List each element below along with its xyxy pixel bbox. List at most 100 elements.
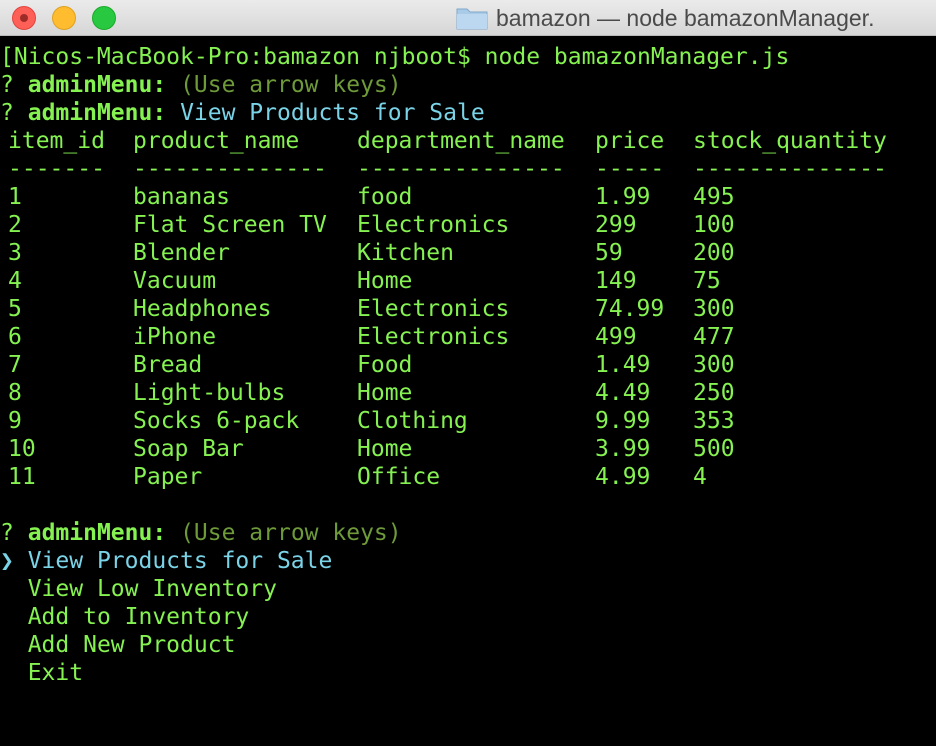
header-item-id: item_id: [8, 128, 105, 154]
separator: -----: [595, 156, 665, 182]
cell-item-id: 7: [8, 352, 22, 378]
table-row: 11 Paper Office 4.99 4: [0, 463, 936, 491]
cell-department-name: Food: [357, 352, 413, 378]
cell-price: 4.99: [595, 464, 651, 490]
command-line: [Nicos-MacBook-Pro:bamazon njboot$ node …: [0, 43, 936, 71]
cell-price: 299: [595, 212, 637, 238]
cell-product-name: Blender: [133, 240, 230, 266]
terminal-output[interactable]: [Nicos-MacBook-Pro:bamazon njboot$ node …: [0, 36, 936, 746]
table-separator-row: ------- -------------- --------------- -…: [0, 155, 936, 183]
cell-stock-quantity: 477: [693, 324, 735, 350]
minimize-button[interactable]: [52, 6, 76, 30]
window-title: bamazon — node bamazonManager.: [496, 5, 875, 31]
pointer-spacer: [0, 660, 14, 686]
terminal-window: bamazon — node bamazonManager. [Nicos-Ma…: [0, 0, 936, 746]
admin-menu-options: ❯ View Products for Sale View Low Invent…: [0, 547, 936, 687]
table-row: 7 Bread Food 1.49 300: [0, 351, 936, 379]
menu-option[interactable]: Add New Product: [0, 631, 936, 659]
menu-name: adminMenu:: [27, 72, 167, 98]
cell-item-id: 11: [8, 464, 36, 490]
menu-option[interactable]: Add to Inventory: [0, 603, 936, 631]
table-body: 1 bananas food 1.99 495 2 Flat Screen TV Electr…: [0, 183, 936, 491]
table-header-row: item_id product_name department_name pri…: [0, 127, 936, 155]
prompt-line-answered: ? adminMenu: View Products for Sale: [0, 99, 936, 127]
separator: --------------: [133, 156, 327, 182]
table-row: 1 bananas food 1.99 495: [0, 183, 936, 211]
cell-item-id: 2: [8, 212, 22, 238]
header-price: price: [595, 128, 665, 154]
separator: -------: [8, 156, 105, 182]
cell-stock-quantity: 500: [693, 436, 735, 462]
answered-value: View Products for Sale: [180, 100, 485, 126]
cell-item-id: 8: [8, 380, 22, 406]
menu-option[interactable]: View Low Inventory: [0, 575, 936, 603]
cell-price: 59: [595, 240, 623, 266]
table-row: 9 Socks 6-pack Clothing 9.99 353: [0, 407, 936, 435]
cell-department-name: Electronics: [357, 296, 510, 322]
maximize-button[interactable]: [92, 6, 116, 30]
header-department-name: department_name: [357, 128, 565, 154]
prompt-marker: ?: [0, 520, 14, 546]
prompt-line-1: ? adminMenu: (Use arrow keys): [0, 71, 936, 99]
cell-price: 499: [595, 324, 637, 350]
cell-department-name: food: [357, 184, 413, 210]
hint-text: (Use arrow keys): [180, 520, 402, 546]
title-bar[interactable]: bamazon — node bamazonManager.: [0, 0, 936, 36]
cell-stock-quantity: 100: [693, 212, 735, 238]
close-button[interactable]: [12, 6, 36, 30]
selection-pointer-icon: ❯: [0, 548, 14, 574]
prompt-line-active: ? adminMenu: (Use arrow keys): [0, 519, 936, 547]
menu-option[interactable]: ❯ View Products for Sale: [0, 547, 936, 575]
cell-department-name: Electronics: [357, 212, 510, 238]
cell-item-id: 1: [8, 184, 22, 210]
cell-product-name: Bread: [133, 352, 203, 378]
table-row: 2 Flat Screen TV Electronics 299 100: [0, 211, 936, 239]
menu-name: adminMenu:: [27, 100, 167, 126]
hint-text: (Use arrow keys): [180, 72, 402, 98]
menu-option[interactable]: Exit: [0, 659, 936, 687]
cell-product-name: iPhone: [133, 324, 217, 350]
table-row: 10 Soap Bar Home 3.99 500: [0, 435, 936, 463]
cell-price: 1.99: [595, 184, 651, 210]
pointer-spacer: [0, 604, 14, 630]
cell-price: 149: [595, 268, 637, 294]
cell-price: 1.49: [595, 352, 651, 378]
cell-stock-quantity: 495: [693, 184, 735, 210]
cell-product-name: Paper: [133, 464, 203, 490]
cell-department-name: Home: [357, 268, 413, 294]
cell-item-id: 6: [8, 324, 22, 350]
menu-option-label: View Low Inventory: [13, 576, 277, 602]
cell-department-name: Home: [357, 380, 413, 406]
cell-price: 74.99: [595, 296, 665, 322]
cell-item-id: 4: [8, 268, 22, 294]
cell-product-name: Vacuum: [133, 268, 217, 294]
cell-price: 9.99: [595, 408, 651, 434]
cell-department-name: Clothing: [357, 408, 468, 434]
command-text: [Nicos-MacBook-Pro:bamazon njboot$ node …: [0, 44, 790, 70]
header-stock-quantity: stock_quantity: [693, 128, 887, 154]
cell-stock-quantity: 353: [693, 408, 735, 434]
table-row: 3 Blender Kitchen 59 200: [0, 239, 936, 267]
table-row: 4 Vacuum Home 149 75: [0, 267, 936, 295]
cell-department-name: Kitchen: [357, 240, 454, 266]
cell-department-name: Home: [357, 436, 413, 462]
cell-item-id: 9: [8, 408, 22, 434]
menu-option-label: Add to Inventory: [13, 604, 250, 630]
cell-price: 3.99: [595, 436, 651, 462]
cell-stock-quantity: 75: [693, 268, 721, 294]
cell-stock-quantity: 300: [693, 352, 735, 378]
cell-product-name: bananas: [133, 184, 230, 210]
pointer-spacer: [0, 632, 14, 658]
folder-icon: [456, 8, 488, 30]
prompt-marker: ?: [0, 72, 14, 98]
menu-option-label: Add New Product: [13, 632, 236, 658]
cell-item-id: 10: [8, 436, 36, 462]
cell-stock-quantity: 4: [693, 464, 707, 490]
cell-stock-quantity: 200: [693, 240, 735, 266]
table-row: 5 Headphones Electronics 74.99 300: [0, 295, 936, 323]
cell-product-name: Flat Screen TV: [133, 212, 327, 238]
separator: ---------------: [357, 156, 565, 182]
menu-option-label: Exit: [13, 660, 84, 686]
prompt-marker: ?: [0, 100, 14, 126]
